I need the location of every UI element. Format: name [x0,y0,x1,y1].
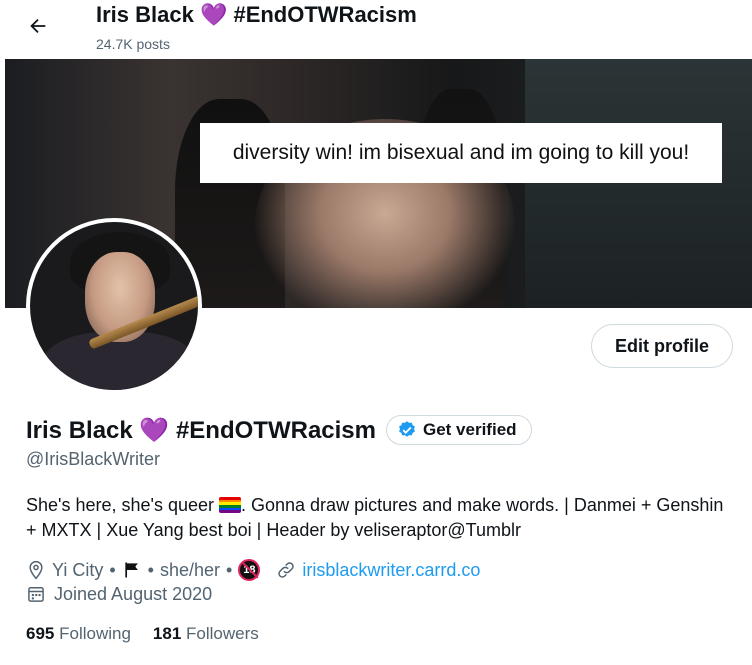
get-verified-label: Get verified [423,420,517,439]
black-flag-icon [122,560,142,580]
top-bar: Iris Black 💜 #EndOTWRacism 24.7K posts [0,0,752,59]
user-handle: @IrisBlackWriter [26,449,160,469]
avatar[interactable] [26,218,202,394]
calendar-icon [26,584,46,604]
header-title: Iris Black 💜 #EndOTWRacism [96,2,417,27]
profile-meta: Yi City • • she/her • 18 irisblackwriter… [26,558,480,582]
following-count: 695 [26,624,55,643]
separator-dot: • [147,559,154,580]
banner-caption: diversity win! im bisexual and im going … [200,123,722,183]
display-name: Iris Black 💜 #EndOTWRacism [26,416,376,444]
link-icon [276,560,296,580]
verified-badge-icon [399,421,415,437]
profile-bio: She's here, she's queer . Gonna draw pic… [26,493,736,543]
no-under-18-icon: 18 [238,559,261,581]
edit-profile-button[interactable]: Edit profile [591,324,733,368]
followers-count: 181 [152,624,182,643]
arrow-left-icon [30,18,46,34]
separator-dot: • [109,559,116,580]
banner-background [525,59,752,308]
followers-link[interactable]: 181 Followers [153,624,259,644]
followers-label: Followers [186,624,259,643]
joined-text: Joined August 2020 [54,583,213,604]
follow-counts: 695 Following 181 Followers [26,622,259,646]
get-verified-button[interactable]: Get verified [386,415,532,445]
location-text: Yi City [52,559,104,580]
name-row: Iris Black 💜 #EndOTWRacism Get verified [26,414,532,446]
website-link[interactable]: irisblackwriter.carrd.co [302,560,480,581]
bio-text-1: She's here, she's queer [26,495,219,515]
back-button[interactable] [20,8,56,44]
pronouns-text: she/her [159,559,221,580]
following-label: Following [59,624,131,643]
location-pin-icon [26,560,46,580]
rainbow-flag-icon [219,497,241,513]
separator-dot: • [226,559,233,580]
joined-date-row: Joined August 2020 [26,582,212,606]
posts-count: 24.7K posts [96,36,170,52]
following-link[interactable]: 695 Following [26,624,131,644]
